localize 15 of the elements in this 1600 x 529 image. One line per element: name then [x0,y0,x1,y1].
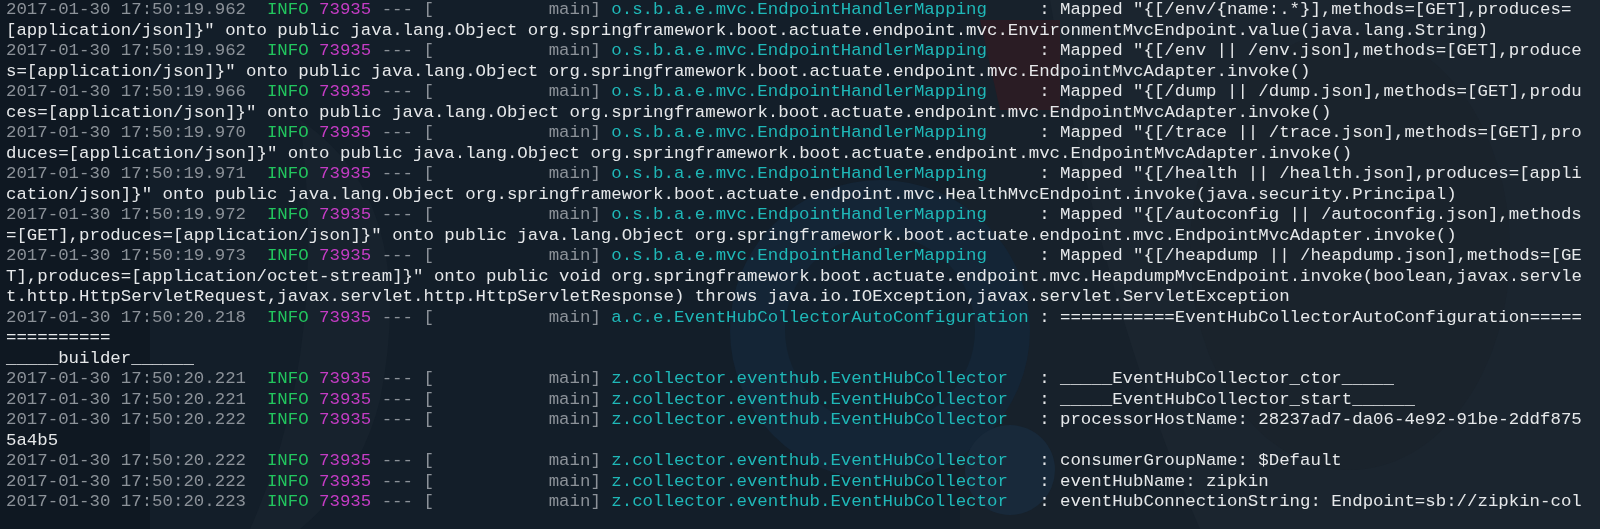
log-line: 2017-01-30 17:50:19.972 INFO 73935 --- [ main] o.s.b.a.e.mvc.EndpointHandlerMapping : Mapped "{[/autoconfig || /autoconfig.json],methods=[GET],produces=[application/json]}" onto public java.lang.Object org.springframework.boot.actuate.endpoint.mvc.EndpointMvcAdapter.invoke() [6,205,1582,246]
log-line: 2017-01-30 17:50:20.218 INFO 73935 --- [ main] a.c.e.EventHubCollectorAutoConfiguration : ===========EventHubCollectorAutoConfiguration=============== [6,307,1582,349]
log-line: 2017-01-30 17:50:19.971 INFO 73935 --- [ main] o.s.b.a.e.mvc.EndpointHandlerMapping : Mapped "{[/health || /health.json],produces=[application/json]}" onto public java.lang.Object org.springframework.boot.actuate.endpoint.mvc.HealthMvcEndpoint.invoke(java.security.Principal) [6,164,1582,205]
console-output: _____builder______ [6,348,194,368]
log-line: 2017-01-30 17:50:20.222 INFO 73935 --- [ main] z.collector.eventhub.EventHubCollector : processorHostName: 28237ad7-da06-4e92-91be-2ddf8755a4b5 [6,410,1582,451]
log-line: 2017-01-30 17:50:20.222 INFO 73935 --- [ main] z.collector.eventhub.EventHubCollector : eventHubName: zipkin [6,471,1270,492]
log-line: 2017-01-30 17:50:20.222 INFO 73935 --- [ main] z.collector.eventhub.EventHubCollector : consumerGroupName: $Default [6,451,1343,472]
log-line: 2017-01-30 17:50:20.223 INFO 73935 --- [ main] z.collector.eventhub.EventHubCollector : eventHubConnectionString: Endpoint=sb://zipkin-col [6,492,1582,513]
log-line: 2017-01-30 17:50:19.962 INFO 73935 --- [ main] o.s.b.a.e.mvc.EndpointHandlerMapping : Mapped "{[/env || /env.json],methods=[GET],produces=[application/json]}" onto public java.lang.Object org.springframework.boot.actuate.endpoint.mvc.EndpointMvcAdapter.invoke() [6,41,1582,82]
log-line: 2017-01-30 17:50:19.962 INFO 73935 --- [ main] o.s.b.a.e.mvc.EndpointHandlerMapping : Mapped "{[/env/{name:.*}],methods=[GET],produces=[application/json]}" onto public java.lang.Object org.springframework.boot.actuate.endpoint.mvc.EnvironmentMvcEndpoint.value(java.lang.String) [6,0,1573,41]
log-line: 2017-01-30 17:50:19.970 INFO 73935 --- [ main] o.s.b.a.e.mvc.EndpointHandlerMapping : Mapped "{[/trace || /trace.json],methods=[GET],produces=[application/json]}" onto public java.lang.Object org.springframework.boot.actuate.endpoint.mvc.EndpointMvcAdapter.invoke() [6,123,1582,164]
log-line: 2017-01-30 17:50:20.221 INFO 73935 --- [ main] z.collector.eventhub.EventHubCollector : _____EventHubCollector_ctor_____ [6,369,1395,390]
log-line: 2017-01-30 17:50:19.973 INFO 73935 --- [ main] o.s.b.a.e.mvc.EndpointHandlerMapping : Mapped "{[/heapdump || /heapdump.json],methods=[GET],produces=[application/octet-stream]}" onto public void org.springframework.boot.actuate.endpoint.mvc.HeapdumpMvcEndpoint.invoke(boolean,javax.servlet.http.HttpServletRequest,javax.servlet.http.HttpServletResponse) throws java.io.IOException,javax.servlet.ServletException [6,246,1582,308]
log-line: 2017-01-30 17:50:20.221 INFO 73935 --- [ main] z.collector.eventhub.EventHubCollector : _____EventHubCollector_start______ [6,389,1416,410]
log-line: 2017-01-30 17:50:19.966 INFO 73935 --- [ main] o.s.b.a.e.mvc.EndpointHandlerMapping : Mapped "{[/dump || /dump.json],methods=[GET],produces=[application/json]}" onto public java.lang.Object org.springframework.boot.actuate.endpoint.mvc.EndpointMvcAdapter.invoke() [6,82,1582,123]
